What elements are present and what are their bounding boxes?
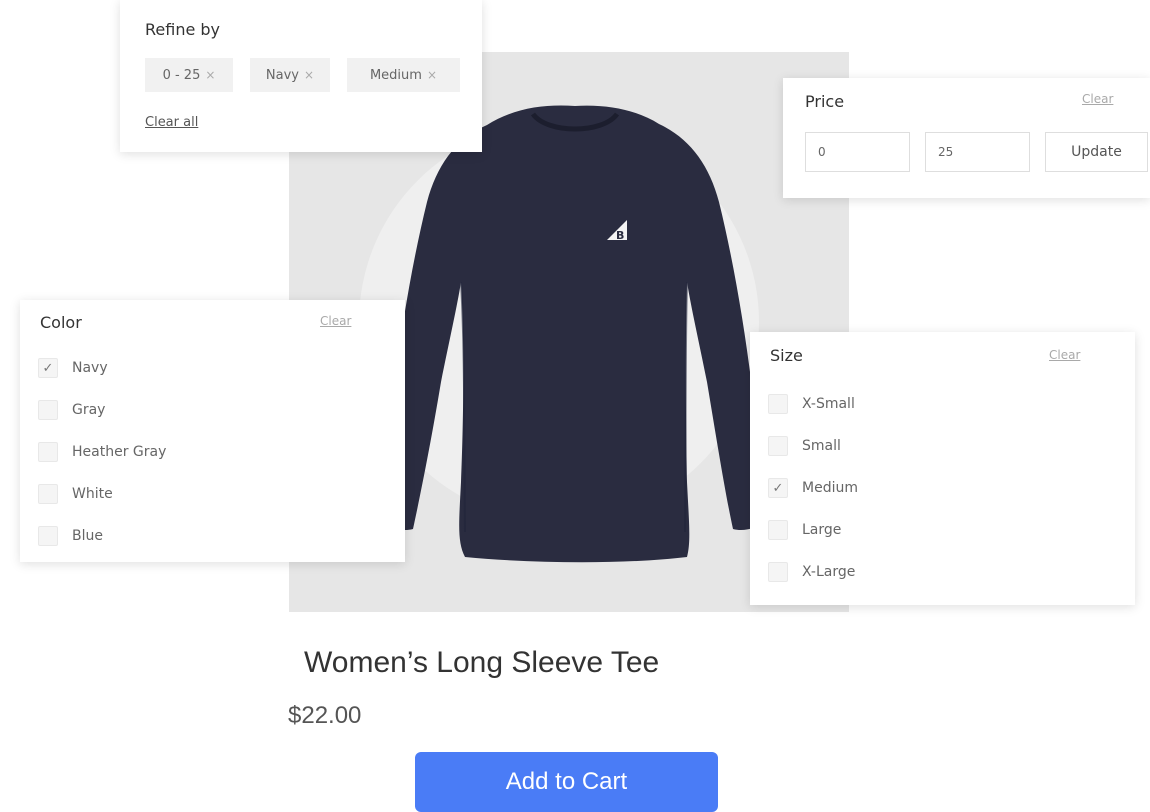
price-title: Price [805, 92, 845, 111]
size-option-large[interactable]: Large [768, 520, 841, 540]
checkbox[interactable] [38, 442, 58, 462]
price-filter-panel: Price Clear Update [783, 78, 1150, 198]
checkbox-checked[interactable]: ✓ [768, 478, 788, 498]
option-label: Blue [72, 528, 103, 544]
checkbox[interactable] [768, 562, 788, 582]
option-label: Medium [802, 480, 858, 496]
product-title: Women’s Long Sleeve Tee [304, 646, 660, 679]
option-label: X-Large [802, 564, 856, 580]
checkbox[interactable] [768, 436, 788, 456]
chip-label: Navy [265, 67, 299, 83]
price-update-button[interactable]: Update [1045, 132, 1148, 172]
checkbox[interactable] [768, 394, 788, 414]
checkbox[interactable] [38, 400, 58, 420]
price-clear-link[interactable]: Clear [1082, 92, 1113, 106]
size-filter-panel: Size Clear X-Small Small ✓ Medium Large … [750, 332, 1135, 605]
option-label: Large [802, 522, 842, 538]
size-option-x-small[interactable]: X-Small [768, 394, 855, 414]
checkbox[interactable] [38, 526, 58, 546]
price-max-input[interactable] [925, 132, 1030, 172]
option-label: Gray [72, 402, 106, 418]
color-filter-panel: Color Clear ✓ Navy Gray Heather Gray Whi… [20, 300, 405, 562]
clear-all-link[interactable]: Clear all [145, 115, 198, 130]
active-filter-chip-price[interactable]: 0 - 25 × [145, 58, 233, 92]
option-label: Heather Gray [72, 444, 167, 460]
color-clear-link[interactable]: Clear [320, 314, 351, 328]
color-option-heather-gray[interactable]: Heather Gray [38, 442, 166, 462]
size-option-x-large[interactable]: X-Large [768, 562, 855, 582]
chip-label: Medium [369, 67, 422, 83]
size-option-small[interactable]: Small [768, 436, 841, 456]
price-min-input[interactable] [805, 132, 910, 172]
refine-by-title: Refine by [145, 20, 221, 39]
color-title: Color [40, 313, 82, 332]
option-label: X-Small [802, 396, 855, 412]
product-price: $22.00 [288, 702, 362, 729]
active-filter-chip-color[interactable]: Navy × [250, 58, 330, 92]
color-option-blue[interactable]: Blue [38, 526, 103, 546]
active-filter-chip-size[interactable]: Medium × [347, 58, 460, 92]
size-clear-link[interactable]: Clear [1049, 348, 1080, 362]
checkbox-checked[interactable]: ✓ [38, 358, 58, 378]
brand-logo-letter: B [616, 229, 624, 242]
checkbox[interactable] [768, 520, 788, 540]
color-option-gray[interactable]: Gray [38, 400, 105, 420]
option-label: Navy [72, 360, 108, 376]
close-icon[interactable]: × [427, 68, 437, 82]
color-option-navy[interactable]: ✓ Navy [38, 358, 108, 378]
size-option-medium[interactable]: ✓ Medium [768, 478, 858, 498]
close-icon[interactable]: × [205, 68, 215, 82]
option-label: Small [802, 438, 841, 454]
checkbox[interactable] [38, 484, 58, 504]
chip-label: 0 - 25 [162, 67, 201, 83]
refine-by-panel: Refine by 0 - 25 × Navy × Medium × Clear… [120, 0, 482, 152]
size-title: Size [770, 346, 803, 365]
option-label: White [72, 486, 113, 502]
color-option-white[interactable]: White [38, 484, 113, 504]
add-to-cart-button[interactable]: Add to Cart [415, 752, 718, 812]
close-icon[interactable]: × [304, 68, 314, 82]
tee-body [382, 105, 764, 563]
